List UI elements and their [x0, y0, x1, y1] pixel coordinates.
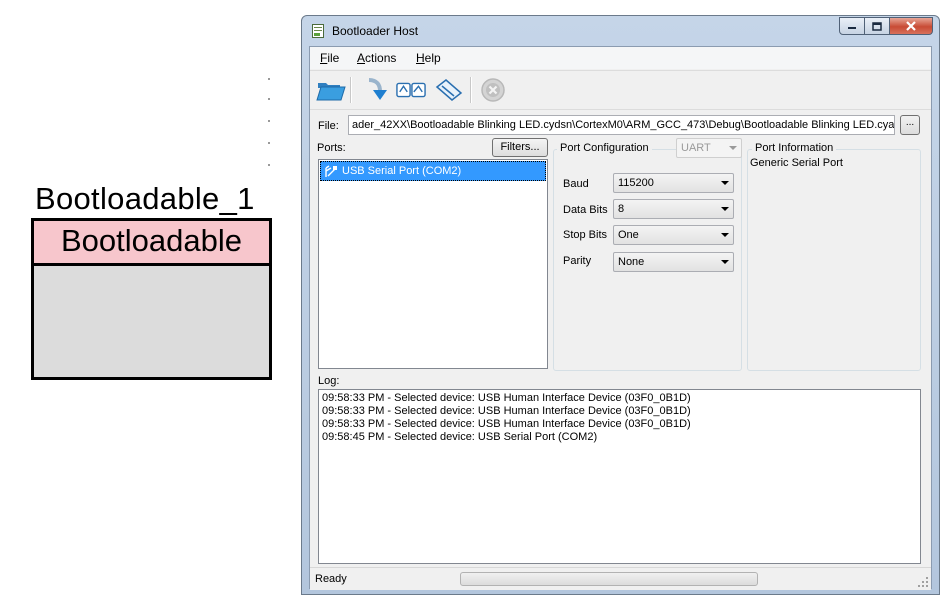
- log-label: Log:: [318, 375, 340, 387]
- usb-serial-icon: [325, 165, 337, 177]
- status-text: Ready: [315, 573, 347, 585]
- erase-button[interactable]: [434, 76, 464, 104]
- window-title: Bootloader Host: [332, 24, 419, 38]
- port-configuration-caption: Port Configuration: [557, 142, 652, 154]
- progress-bar: [460, 572, 758, 586]
- component-title: Bootloadable: [34, 221, 269, 266]
- parity-label: Parity: [563, 255, 592, 267]
- port-information-text: Generic Serial Port: [750, 157, 843, 169]
- app-icon: [312, 24, 324, 38]
- minimize-button[interactable]: [839, 17, 865, 35]
- bootloader-host-window: Bootloader Host File Actions Help File: …: [301, 15, 940, 595]
- chevron-down-icon: [721, 207, 729, 211]
- chevron-down-icon: [729, 146, 737, 150]
- maximize-button[interactable]: [865, 17, 890, 35]
- chevron-down-icon: [721, 233, 729, 237]
- abort-button[interactable]: [478, 76, 508, 104]
- erase-icon: [435, 79, 463, 101]
- minimize-icon: [848, 27, 856, 29]
- abort-icon: [481, 78, 505, 102]
- close-button[interactable]: [890, 17, 933, 35]
- log-line: 09:58:33 PM - Selected device: USB Human…: [322, 392, 691, 404]
- menu-help[interactable]: Help: [416, 51, 441, 65]
- title-bar[interactable]: Bootloader Host: [302, 16, 939, 46]
- data-bits-select[interactable]: 8: [613, 199, 734, 219]
- resize-grip-icon[interactable]: [918, 577, 928, 587]
- maximize-icon: [872, 21, 882, 31]
- verify-button[interactable]: [396, 76, 426, 104]
- data-bits-label: Data Bits: [563, 204, 608, 216]
- chevron-down-icon: [721, 260, 729, 264]
- browse-button[interactable]: ...: [900, 115, 920, 135]
- log-line: 09:58:45 PM - Selected device: USB Seria…: [322, 431, 598, 443]
- ports-label: Ports:: [317, 142, 346, 154]
- baud-select[interactable]: 115200: [613, 173, 734, 193]
- program-icon: [368, 78, 387, 100]
- log-line: 09:58:33 PM - Selected device: USB Human…: [322, 418, 691, 430]
- window-client: File Actions Help File: ader_42XX\Bootlo…: [309, 46, 932, 590]
- file-path-field[interactable]: ader_42XX\Bootloadable Blinking LED.cyds…: [348, 115, 895, 135]
- ports-list[interactable]: USB Serial Port (COM2): [318, 159, 548, 369]
- stop-bits-select[interactable]: One: [613, 225, 734, 245]
- port-information-group: [747, 149, 921, 371]
- port-information-caption: Port Information: [752, 142, 837, 154]
- close-icon: [906, 21, 916, 31]
- grid-dots: [262, 78, 274, 178]
- baud-label: Baud: [563, 178, 589, 190]
- open-button[interactable]: [316, 76, 346, 104]
- status-bar: Ready: [310, 567, 931, 590]
- component-instance-name[interactable]: Bootloadable_1: [35, 181, 255, 217]
- port-item-label: USB Serial Port (COM2): [342, 165, 462, 177]
- menu-bar: File Actions Help: [310, 47, 931, 69]
- bootloadable-component[interactable]: Bootloadable: [31, 218, 272, 380]
- open-folder-icon: [316, 83, 346, 101]
- chevron-down-icon: [721, 181, 729, 185]
- menu-file[interactable]: File: [320, 51, 339, 65]
- log-area[interactable]: 09:58:33 PM - Selected device: USB Human…: [318, 389, 921, 564]
- program-button[interactable]: [362, 76, 392, 104]
- file-label: File:: [318, 120, 339, 132]
- parity-select[interactable]: None: [613, 252, 734, 272]
- toolbar-separator: [470, 77, 472, 103]
- menu-actions[interactable]: Actions: [357, 51, 396, 65]
- protocol-select: UART: [676, 138, 742, 158]
- verify-icon: [396, 82, 426, 98]
- log-line: 09:58:33 PM - Selected device: USB Human…: [322, 405, 691, 417]
- stop-bits-label: Stop Bits: [563, 229, 608, 241]
- toolbar: [310, 70, 931, 110]
- filters-button[interactable]: Filters...: [492, 138, 548, 157]
- port-item-usb-serial[interactable]: USB Serial Port (COM2): [320, 161, 546, 181]
- toolbar-separator: [350, 77, 352, 103]
